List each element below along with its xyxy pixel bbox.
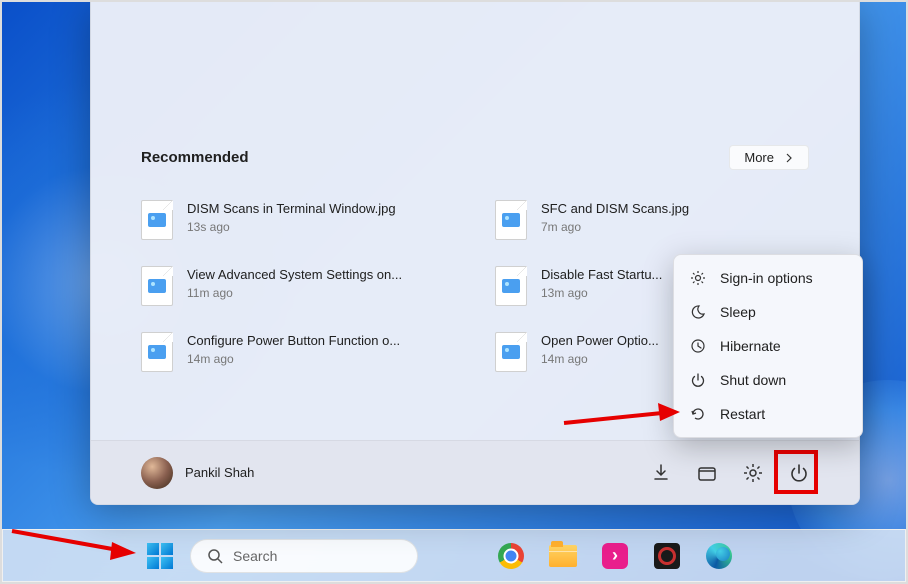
start-button[interactable]	[138, 534, 182, 578]
more-button[interactable]: More	[729, 145, 809, 170]
menu-item-label: Sleep	[720, 304, 756, 320]
taskbar-app-dark[interactable]	[645, 534, 689, 578]
file-name: SFC and DISM Scans.jpg	[541, 200, 689, 218]
power-icon[interactable]	[789, 463, 809, 483]
taskbar-app-chrome[interactable]	[489, 534, 533, 578]
file-name: Open Power Optio...	[541, 332, 659, 350]
download-icon[interactable]	[651, 463, 671, 483]
recommended-item[interactable]: Configure Power Button Function o... 14m…	[141, 332, 455, 372]
menu-item-label: Shut down	[720, 372, 786, 388]
moon-icon	[690, 304, 706, 320]
settings-gear-icon[interactable]	[743, 463, 763, 483]
chevron-right-icon	[784, 153, 794, 163]
file-time: 14m ago	[187, 352, 400, 366]
menu-item-label: Sign-in options	[720, 270, 813, 286]
taskbar-app-explorer[interactable]	[541, 534, 585, 578]
jpg-file-icon	[495, 266, 527, 306]
file-name: DISM Scans in Terminal Window.jpg	[187, 200, 396, 218]
file-time: 7m ago	[541, 220, 689, 234]
power-icon	[690, 372, 706, 388]
start-menu: Recommended More DISM Scans in Terminal …	[90, 0, 860, 505]
jpg-file-icon	[141, 200, 173, 240]
jpg-file-icon	[141, 266, 173, 306]
file-time: 14m ago	[541, 352, 659, 366]
taskbar-app-pink[interactable]: ›	[593, 534, 637, 578]
search-icon	[207, 548, 223, 564]
recommended-item[interactable]: SFC and DISM Scans.jpg 7m ago	[495, 200, 809, 240]
search-placeholder: Search	[233, 548, 277, 564]
recommended-item[interactable]: DISM Scans in Terminal Window.jpg 13s ag…	[141, 200, 455, 240]
avatar	[141, 457, 173, 489]
menu-item-label: Restart	[720, 406, 765, 422]
taskbar-app-edge[interactable]	[697, 534, 741, 578]
restart-icon	[690, 406, 706, 422]
file-time: 13s ago	[187, 220, 396, 234]
file-time: 13m ago	[541, 286, 662, 300]
restart-item[interactable]: Restart	[674, 397, 862, 431]
shutdown-item[interactable]: Shut down	[674, 363, 862, 397]
signin-options-item[interactable]: Sign-in options	[674, 261, 862, 295]
app-icon: ›	[602, 543, 628, 569]
gear-icon	[690, 270, 706, 286]
menu-item-label: Hibernate	[720, 338, 781, 354]
app-icon	[654, 543, 680, 569]
user-name-label: Pankil Shah	[185, 465, 254, 480]
taskbar: Search ›	[2, 529, 906, 582]
file-name: Disable Fast Startu...	[541, 266, 662, 284]
more-label: More	[744, 150, 774, 165]
hibernate-item[interactable]: Hibernate	[674, 329, 862, 363]
recommended-title: Recommended	[141, 149, 249, 166]
chrome-icon	[498, 543, 524, 569]
jpg-file-icon	[495, 332, 527, 372]
windows-logo-icon	[147, 543, 173, 569]
power-menu-popup: Sign-in options Sleep Hibernate Shut dow…	[673, 254, 863, 438]
file-explorer-icon	[549, 545, 577, 567]
file-time: 11m ago	[187, 286, 402, 300]
jpg-file-icon	[141, 332, 173, 372]
user-account-button[interactable]: Pankil Shah	[141, 457, 254, 489]
start-menu-footer: Pankil Shah	[91, 440, 859, 504]
recommended-item[interactable]: View Advanced System Settings on... 11m …	[141, 266, 455, 306]
file-name: View Advanced System Settings on...	[187, 266, 402, 284]
sleep-item[interactable]: Sleep	[674, 295, 862, 329]
jpg-file-icon	[495, 200, 527, 240]
edge-icon	[706, 543, 732, 569]
clock-icon	[690, 338, 706, 354]
search-input[interactable]: Search	[190, 539, 418, 573]
file-name: Configure Power Button Function o...	[187, 332, 400, 350]
folder-icon[interactable]	[697, 463, 717, 483]
